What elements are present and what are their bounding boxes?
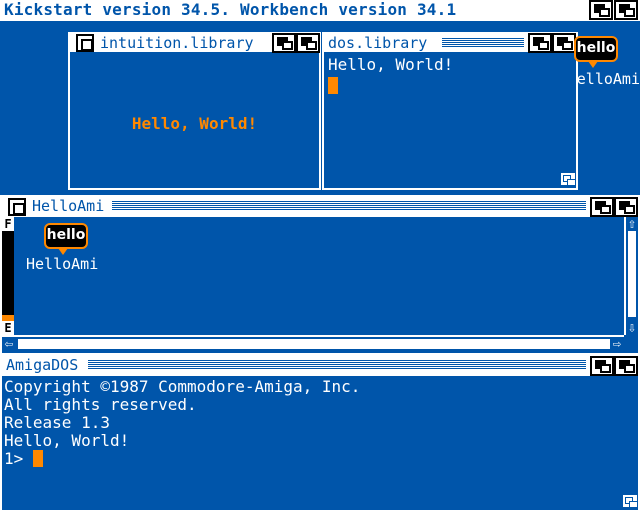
intuition-hello-message: Hello, World! bbox=[131, 114, 258, 133]
console-line: All rights reserved. bbox=[4, 395, 197, 414]
console-line: Copyright ©1987 Commodore-Amiga, Inc. bbox=[4, 377, 361, 396]
text-cursor bbox=[32, 450, 43, 467]
text-cursor bbox=[328, 77, 338, 94]
intuition-library-window[interactable]: intuition.library Hello, World! bbox=[68, 32, 321, 190]
screen-title: Kickstart version 34.5. Workbench versio… bbox=[4, 0, 457, 19]
speech-bubble-icon: hello bbox=[576, 40, 616, 56]
fuel-gauge: F E bbox=[2, 217, 14, 335]
helloami-icon[interactable]: hello bbox=[44, 223, 88, 255]
desktop-icon-label[interactable]: HelloAmi bbox=[576, 70, 640, 88]
amigados-window-titlebar[interactable]: AmigaDOS bbox=[2, 356, 638, 376]
scroll-up-icon[interactable]: ⇧ bbox=[626, 217, 638, 231]
close-icon[interactable] bbox=[76, 34, 94, 52]
amigados-window[interactable]: AmigaDOS Copyright ©1987 Commodore-Amiga… bbox=[0, 354, 640, 512]
depth-back-icon[interactable] bbox=[528, 33, 552, 53]
cli-prompt: 1> bbox=[4, 449, 33, 468]
gauge-full-label: F bbox=[2, 217, 14, 231]
console-output[interactable]: Copyright ©1987 Commodore-Amiga, Inc. Al… bbox=[4, 378, 360, 468]
helloami-window-title: HelloAmi bbox=[30, 197, 107, 215]
console-line: Hello, World! bbox=[4, 431, 130, 450]
helloami-icon-label[interactable]: HelloAmi bbox=[26, 255, 98, 273]
dos-library-window[interactable]: dos.library Hello, World! bbox=[322, 32, 578, 190]
depth-front-icon[interactable] bbox=[614, 197, 638, 217]
screen-depth-back-icon[interactable] bbox=[589, 0, 613, 20]
vertical-scrollbar[interactable]: ⇧ ⇩ bbox=[624, 217, 638, 335]
screen-title-bar[interactable]: Kickstart version 34.5. Workbench versio… bbox=[0, 0, 640, 21]
screen-depth-front-icon[interactable] bbox=[614, 0, 638, 20]
horizontal-scrollbar[interactable]: ⇦ ⇨ bbox=[2, 335, 624, 351]
scroll-left-icon[interactable]: ⇦ bbox=[2, 337, 16, 351]
gauge-empty-label: E bbox=[2, 321, 14, 335]
horizontal-scroll-knob[interactable] bbox=[18, 339, 610, 349]
scroll-down-icon[interactable]: ⇩ bbox=[626, 321, 638, 335]
dos-window-title: dos.library bbox=[326, 34, 430, 52]
depth-back-icon[interactable] bbox=[272, 33, 296, 53]
depth-back-icon[interactable] bbox=[590, 197, 614, 217]
console-line: Release 1.3 bbox=[4, 413, 110, 432]
prompt-line[interactable]: 1> bbox=[4, 450, 360, 468]
intuition-window-titlebar[interactable]: intuition.library bbox=[70, 33, 320, 53]
speech-bubble-icon: hello bbox=[46, 227, 86, 243]
depth-front-icon[interactable] bbox=[552, 33, 576, 53]
resize-icon[interactable] bbox=[560, 172, 576, 186]
helloami-window[interactable]: HelloAmi F E hello HelloAmi ⇧ ⇩ ⇦ ⇨ bbox=[0, 195, 640, 355]
helloami-desktop-icon[interactable]: hello bbox=[574, 36, 618, 68]
scroll-right-icon[interactable]: ⇨ bbox=[610, 337, 624, 351]
depth-front-icon[interactable] bbox=[296, 33, 320, 53]
dos-hello-message: Hello, World! bbox=[328, 55, 454, 74]
vertical-scroll-knob[interactable] bbox=[628, 231, 636, 317]
depth-front-icon[interactable] bbox=[614, 356, 638, 376]
resize-icon[interactable] bbox=[622, 494, 638, 508]
helloami-window-titlebar[interactable]: HelloAmi bbox=[2, 197, 638, 217]
amigados-window-title: AmigaDOS bbox=[4, 356, 81, 374]
depth-back-icon[interactable] bbox=[590, 356, 614, 376]
dos-window-titlebar[interactable]: dos.library bbox=[324, 33, 576, 53]
intuition-window-title: intuition.library bbox=[98, 34, 256, 52]
close-icon[interactable] bbox=[8, 198, 26, 216]
